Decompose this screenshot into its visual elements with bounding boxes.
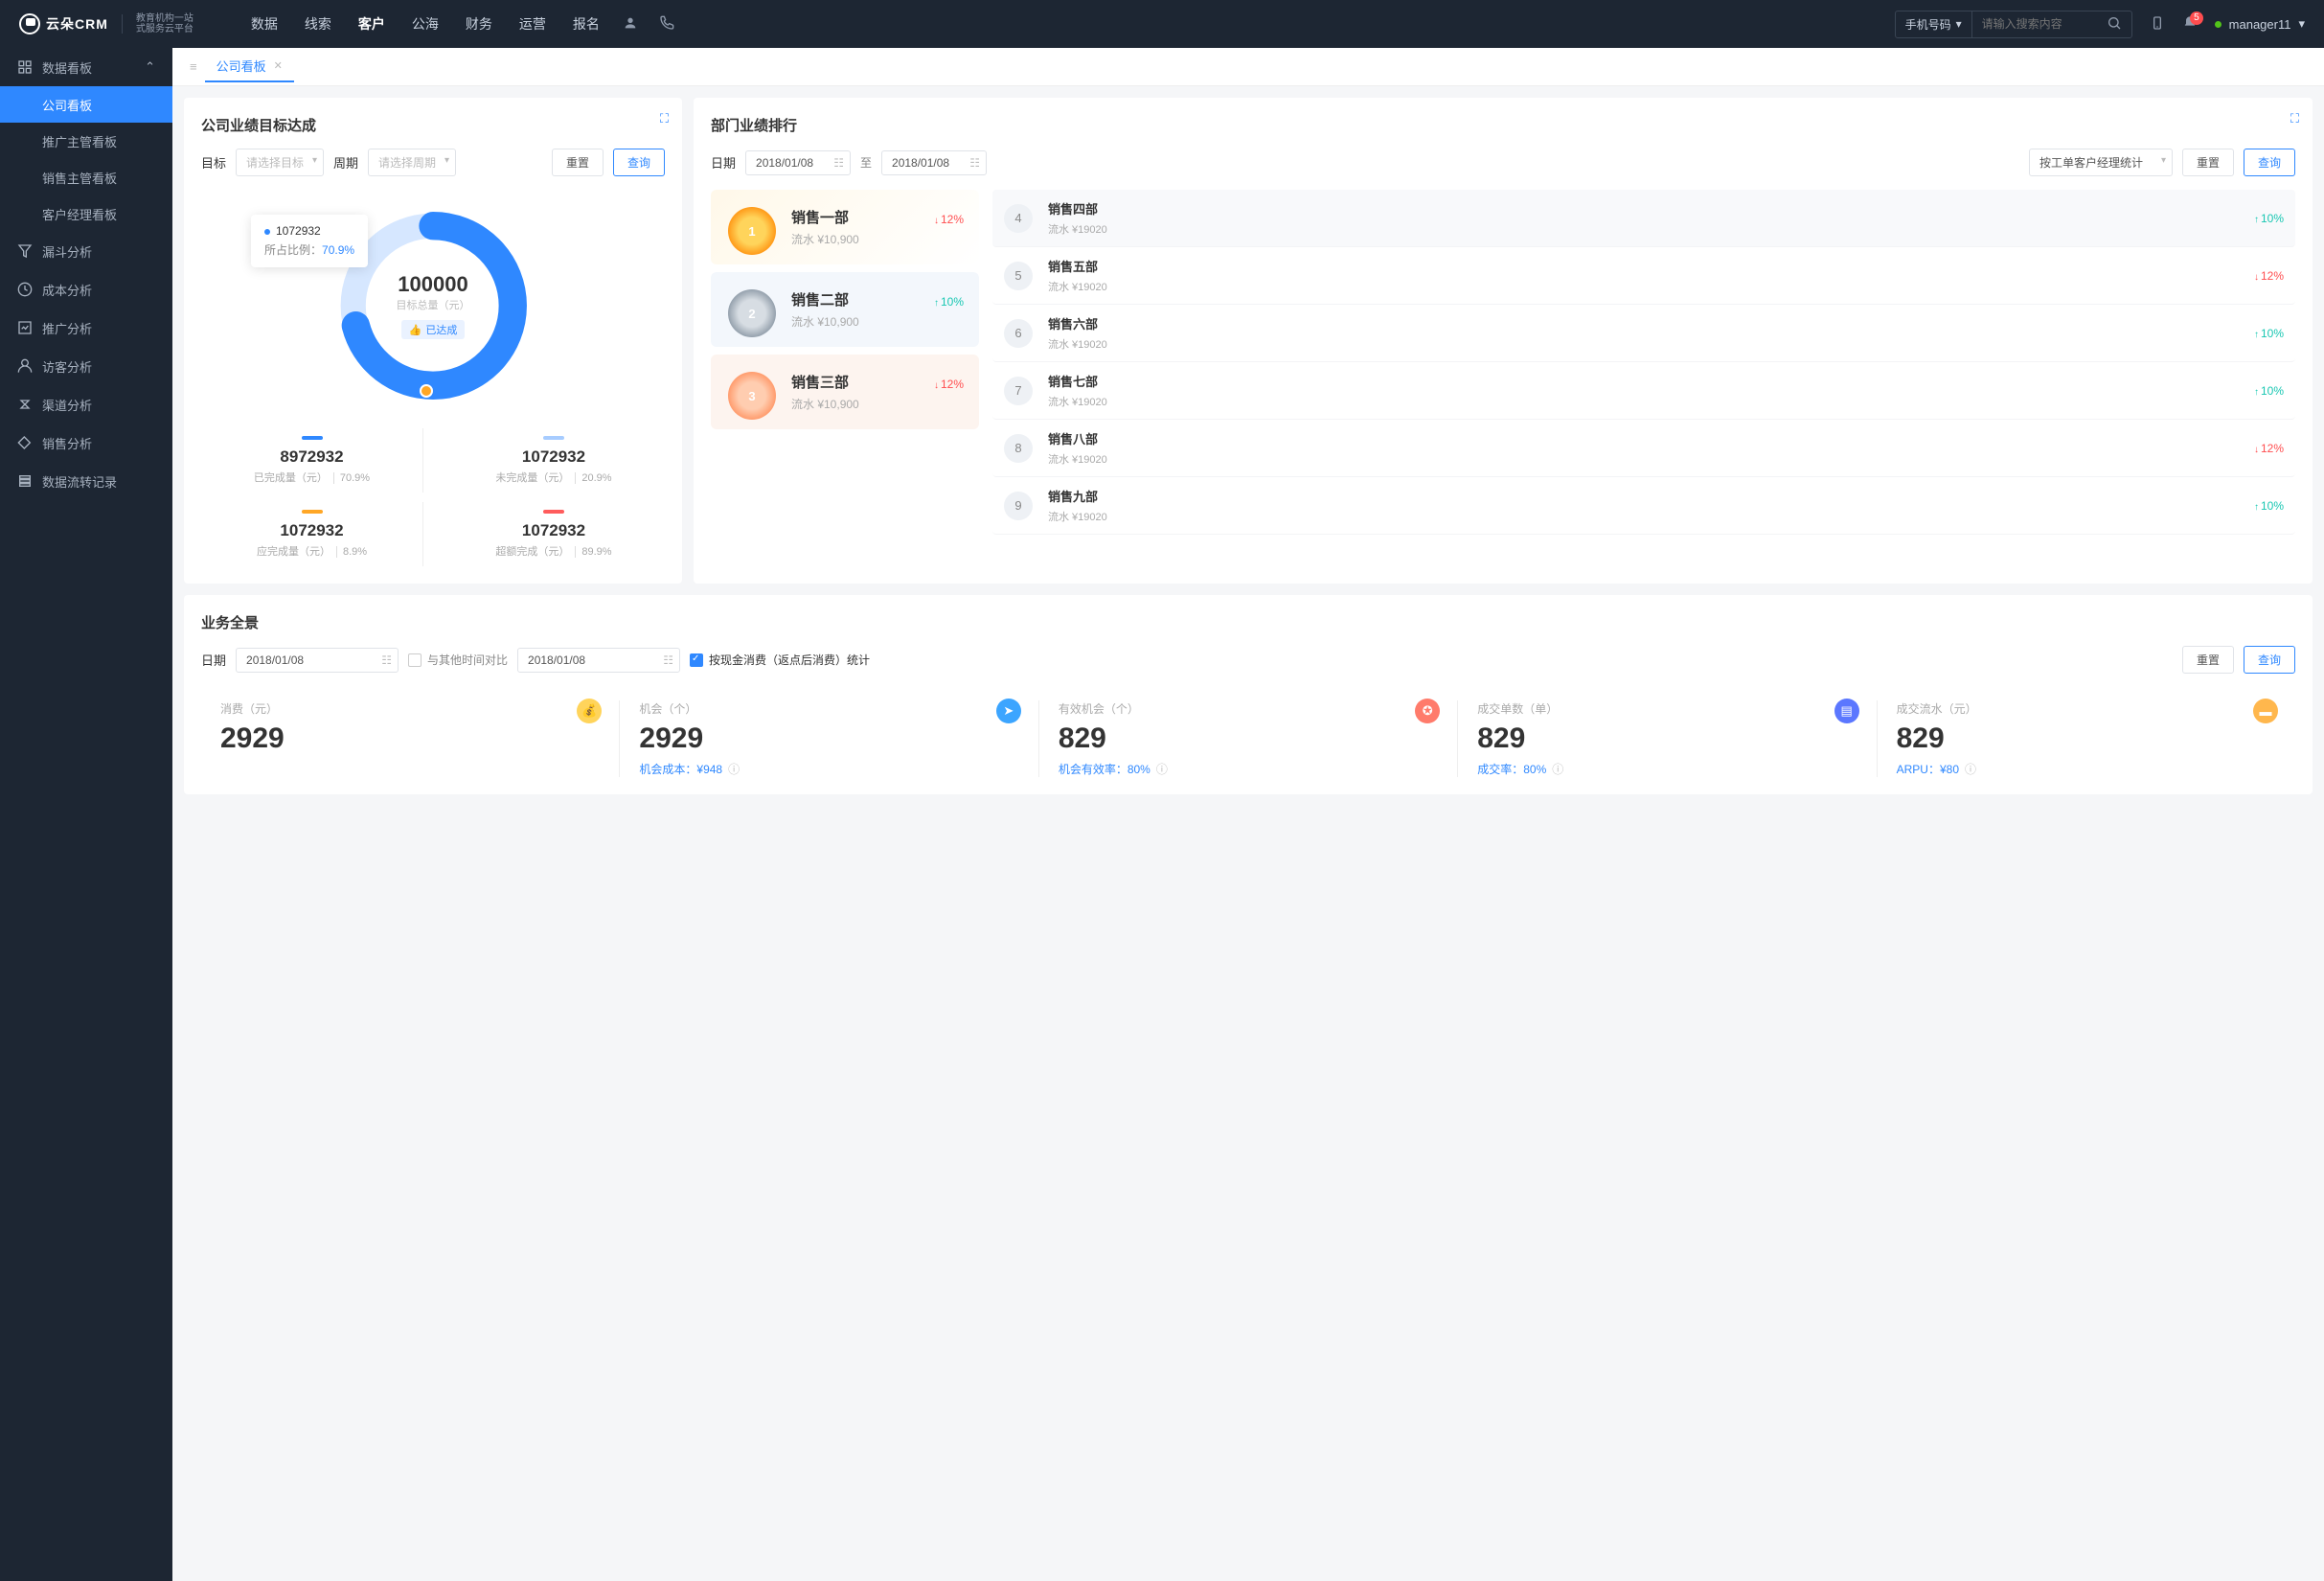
overview-date1[interactable]: 2018/01/08 <box>236 648 399 673</box>
info-icon[interactable]: ⓘ <box>1965 761 1976 777</box>
metric-icon: ✪ <box>1415 699 1440 723</box>
sidebar-item[interactable]: 数据流转记录 <box>0 462 172 500</box>
logo-icon <box>19 13 40 34</box>
menu-toggle-icon[interactable]: ≡ <box>190 59 197 74</box>
rank-row: 4销售四部流水 ¥19020↑10% <box>992 190 2295 247</box>
top-nav: 数据 线索 客户 公海 财务 运营 报名 <box>251 14 600 34</box>
overview-metric: ▬成交流水（元）829ARPU：¥80 ⓘ <box>1878 700 2295 777</box>
user-icon[interactable] <box>623 15 638 34</box>
info-icon[interactable]: ⓘ <box>1552 761 1563 777</box>
sidebar: 数据看板 ⌃ 公司看板推广主管看板销售主管看板客户经理看板 漏斗分析成本分析推广… <box>0 48 172 1581</box>
main: ≡ 公司看板 ✕ ⛶ 公司业绩目标达成 目标 请选择目标 周期 请选择周期 重置… <box>172 48 2324 1581</box>
sidebar-child[interactable]: 公司看板 <box>0 86 172 123</box>
target-label: 目标 <box>201 153 226 172</box>
user-menu[interactable]: manager11 ▾ <box>2215 16 2305 32</box>
sidebar-group-dashboards[interactable]: 数据看板 ⌃ <box>0 48 172 86</box>
metric-icon: ▬ <box>2253 699 2278 723</box>
stat-by-select[interactable]: 按工单客户经理统计 <box>2029 149 2173 176</box>
rank-top-card: 2销售二部流水 ¥10,900↑10% <box>711 272 979 347</box>
tab-bar: ≡ 公司看板 ✕ <box>172 48 2324 86</box>
search-icon[interactable] <box>2097 15 2131 34</box>
reset-button[interactable]: 重置 <box>2182 646 2234 674</box>
sidebar-child[interactable]: 推广主管看板 <box>0 123 172 159</box>
search-type-select[interactable]: 手机号码▾ <box>1896 11 1972 37</box>
period-label: 周期 <box>333 153 358 172</box>
close-icon[interactable]: ✕ <box>274 59 283 72</box>
sidebar-child[interactable]: 客户经理看板 <box>0 195 172 232</box>
rank-row: 5销售五部流水 ¥19020↓12% <box>992 247 2295 305</box>
metric-icon: 💰 <box>577 699 602 723</box>
global-search: 手机号码▾ <box>1895 11 2132 38</box>
rank-row: 6销售六部流水 ¥19020↑10% <box>992 305 2295 362</box>
phone-icon[interactable] <box>659 15 674 34</box>
info-icon[interactable]: ⓘ <box>728 761 740 777</box>
donut-chart: 100000 目标总量（元） 👍已达成 1072932 所占比例：70.9% <box>328 200 538 411</box>
overview-metric: ▤成交单数（单）829成交率：80% ⓘ <box>1458 700 1877 777</box>
nav-item[interactable]: 财务 <box>466 14 492 34</box>
reset-button[interactable]: 重置 <box>2182 149 2234 176</box>
notif-badge: 5 <box>2190 11 2203 25</box>
nav-item[interactable]: 报名 <box>573 14 600 34</box>
tab-company-board[interactable]: 公司看板 ✕ <box>205 52 294 82</box>
search-input[interactable] <box>1972 12 2097 35</box>
stat-item: 8972932已完成量（元）70.9% <box>201 428 423 493</box>
nav-item[interactable]: 客户 <box>358 14 385 34</box>
query-button[interactable]: 查询 <box>2244 149 2295 176</box>
chart-tooltip: 1072932 所占比例：70.9% <box>251 215 368 267</box>
overview-metric: ➤机会（个）2929机会成本：¥948 ⓘ <box>620 700 1038 777</box>
chevron-up-icon: ⌃ <box>145 59 155 75</box>
sidebar-item[interactable]: 销售分析 <box>0 424 172 462</box>
sidebar-item[interactable]: 漏斗分析 <box>0 232 172 270</box>
cash-stat-checkbox[interactable]: 按现金消费（返点后消费）统计 <box>690 652 870 668</box>
nav-item[interactable]: 公海 <box>412 14 439 34</box>
dept-ranking-card: ⛶ 部门业绩排行 日期 2018/01/08 至 2018/01/08 按工单客… <box>694 98 2313 584</box>
rank-top-card: 3销售三部流水 ¥10,900↓12% <box>711 355 979 429</box>
metric-icon: ➤ <box>996 699 1021 723</box>
query-button[interactable]: 查询 <box>2244 646 2295 674</box>
card-title: 部门业绩排行 <box>711 115 2295 135</box>
overview-metric: 💰消费（元）2929 <box>201 700 620 777</box>
card-title: 公司业绩目标达成 <box>201 115 665 135</box>
sidebar-item[interactable]: 推广分析 <box>0 309 172 347</box>
compare-checkbox[interactable]: 与其他时间对比 <box>408 652 508 668</box>
bell-icon[interactable]: 5 <box>2182 15 2198 34</box>
sidebar-item[interactable]: 访客分析 <box>0 347 172 385</box>
sidebar-item[interactable]: 渠道分析 <box>0 385 172 424</box>
sidebar-item[interactable]: 成本分析 <box>0 270 172 309</box>
reset-button[interactable]: 重置 <box>552 149 604 176</box>
status-achieved: 👍已达成 <box>401 320 466 339</box>
overview-date2[interactable]: 2018/01/08 <box>517 648 680 673</box>
nav-item[interactable]: 运营 <box>519 14 546 34</box>
donut-total: 100000 <box>398 272 467 297</box>
stat-item: 1072932应完成量（元）8.9% <box>201 502 423 566</box>
stat-item: 1072932未完成量（元）20.9% <box>443 428 665 493</box>
rank-row: 9销售九部流水 ¥19020↑10% <box>992 477 2295 535</box>
app-header: 云朵CRM 教育机构一站 式服务云平台 数据 线索 客户 公海 财务 运营 报名 手机号码▾… <box>0 0 2324 48</box>
period-select[interactable]: 请选择周期 <box>368 149 456 176</box>
metric-icon: ▤ <box>1834 699 1859 723</box>
expand-icon[interactable]: ⛶ <box>2290 111 2299 126</box>
rank-row: 7销售七部流水 ¥19020↑10% <box>992 362 2295 420</box>
rank-top-card: 1销售一部流水 ¥10,900↓12% <box>711 190 979 264</box>
info-icon[interactable]: ⓘ <box>1156 761 1168 777</box>
logo-text: 云朵CRM <box>46 14 108 34</box>
mobile-icon[interactable] <box>2150 15 2165 34</box>
date-to[interactable]: 2018/01/08 <box>881 150 987 175</box>
overview-card: 业务全景 日期 2018/01/08 与其他时间对比 2018/01/08 按现… <box>184 595 2313 794</box>
overview-metric: ✪有效机会（个）829机会有效率：80% ⓘ <box>1039 700 1458 777</box>
sidebar-child[interactable]: 销售主管看板 <box>0 159 172 195</box>
expand-icon[interactable]: ⛶ <box>660 111 669 126</box>
query-button[interactable]: 查询 <box>613 149 665 176</box>
target-achievement-card: ⛶ 公司业绩目标达成 目标 请选择目标 周期 请选择周期 重置 查询 <box>184 98 682 584</box>
logo: 云朵CRM 教育机构一站 式服务云平台 <box>19 13 194 34</box>
card-title: 业务全景 <box>201 612 2295 632</box>
nav-item[interactable]: 数据 <box>251 14 278 34</box>
rank-row: 8销售八部流水 ¥19020↓12% <box>992 420 2295 477</box>
target-select[interactable]: 请选择目标 <box>236 149 324 176</box>
date-from[interactable]: 2018/01/08 <box>745 150 851 175</box>
nav-item[interactable]: 线索 <box>305 14 331 34</box>
stat-item: 1072932超额完成（元）89.9% <box>443 502 665 566</box>
